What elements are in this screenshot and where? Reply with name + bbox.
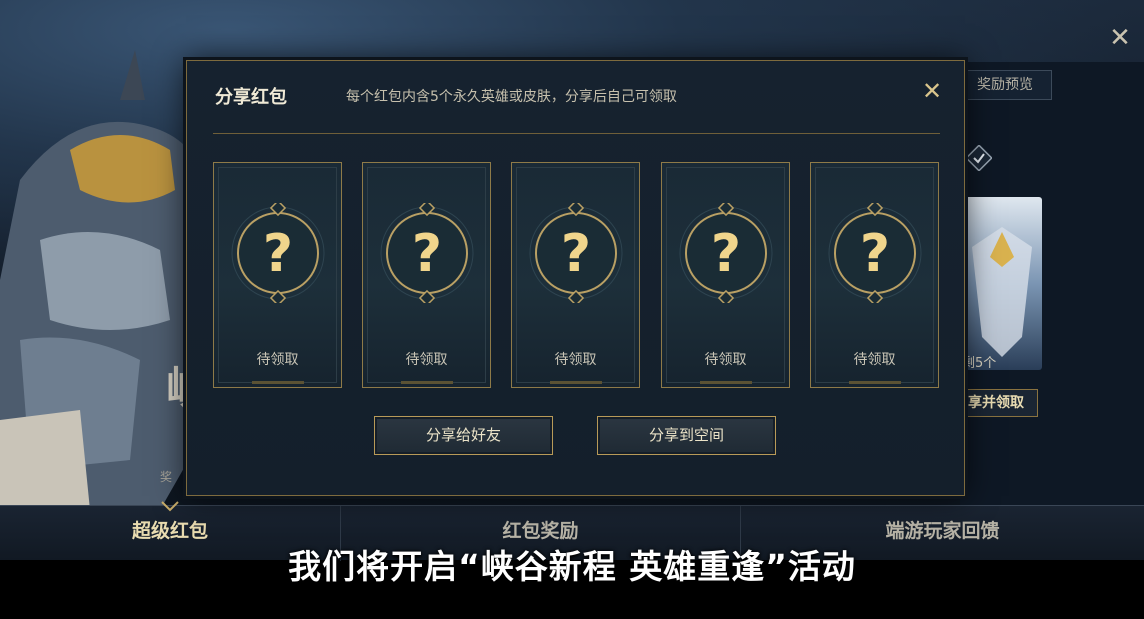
card-foot — [700, 381, 752, 384]
mystery-medal-icon: ? — [679, 203, 773, 303]
mystery-medal-icon: ? — [380, 203, 474, 303]
red-packet-card[interactable]: ? 待领取 — [213, 162, 342, 388]
reward-label-fragment: 奖 — [160, 470, 173, 484]
check-icon[interactable] — [966, 145, 992, 171]
mystery-medal-icon: ? — [529, 203, 623, 303]
dialog-title: 分享红包 — [215, 87, 287, 108]
share-to-space-button[interactable]: 分享到空间 — [597, 416, 776, 455]
card-foot — [849, 381, 901, 384]
share-red-packet-dialog: 分享红包 每个红包内含5个永久英雄或皮肤，分享后自己可领取 ✕ ? 待领取 ? … — [186, 60, 965, 496]
share-to-friend-button[interactable]: 分享给好友 — [374, 416, 553, 455]
red-packet-card[interactable]: ? 待领取 — [810, 162, 939, 388]
svg-text:?: ? — [561, 224, 591, 284]
mystery-medal-icon: ? — [828, 203, 922, 303]
svg-text:?: ? — [711, 224, 741, 284]
red-packet-card[interactable]: ? 待领取 — [511, 162, 640, 388]
wing-emblem-icon — [972, 227, 1032, 357]
close-page-icon[interactable]: ✕ — [1106, 24, 1134, 52]
svg-text:?: ? — [263, 224, 293, 284]
card-status: 待领取 — [554, 352, 597, 368]
remaining-count: 剩5个 — [962, 356, 997, 371]
dialog-description: 每个红包内含5个永久英雄或皮肤，分享后自己可领取 — [346, 89, 677, 105]
card-status: 待领取 — [256, 352, 299, 368]
card-status: 待领取 — [405, 352, 448, 368]
mystery-medal-icon: ? — [231, 203, 325, 303]
card-status: 待领取 — [853, 352, 896, 368]
svg-text:?: ? — [860, 224, 890, 284]
card-foot — [550, 381, 602, 384]
card-foot — [401, 381, 453, 384]
red-packet-cards: ? 待领取 ? 待领取 ? 待领取 ? 待领取 ? 待领取 — [213, 162, 943, 388]
dialog-divider — [213, 133, 940, 134]
svg-text:?: ? — [412, 224, 442, 284]
wing-reward-card[interactable] — [962, 197, 1042, 370]
video-subtitle: 我们将开启“峡谷新程 英雄重逢”活动 — [288, 547, 856, 586]
red-packet-card[interactable]: ? 待领取 — [661, 162, 790, 388]
share-and-claim-button[interactable]: 享并领取 — [954, 389, 1038, 417]
reward-preview-button[interactable]: 奖励预览 — [958, 70, 1052, 100]
card-foot — [252, 381, 304, 384]
close-icon[interactable]: ✕ — [920, 79, 944, 103]
card-status: 待领取 — [704, 352, 747, 368]
red-packet-card[interactable]: ? 待领取 — [362, 162, 491, 388]
